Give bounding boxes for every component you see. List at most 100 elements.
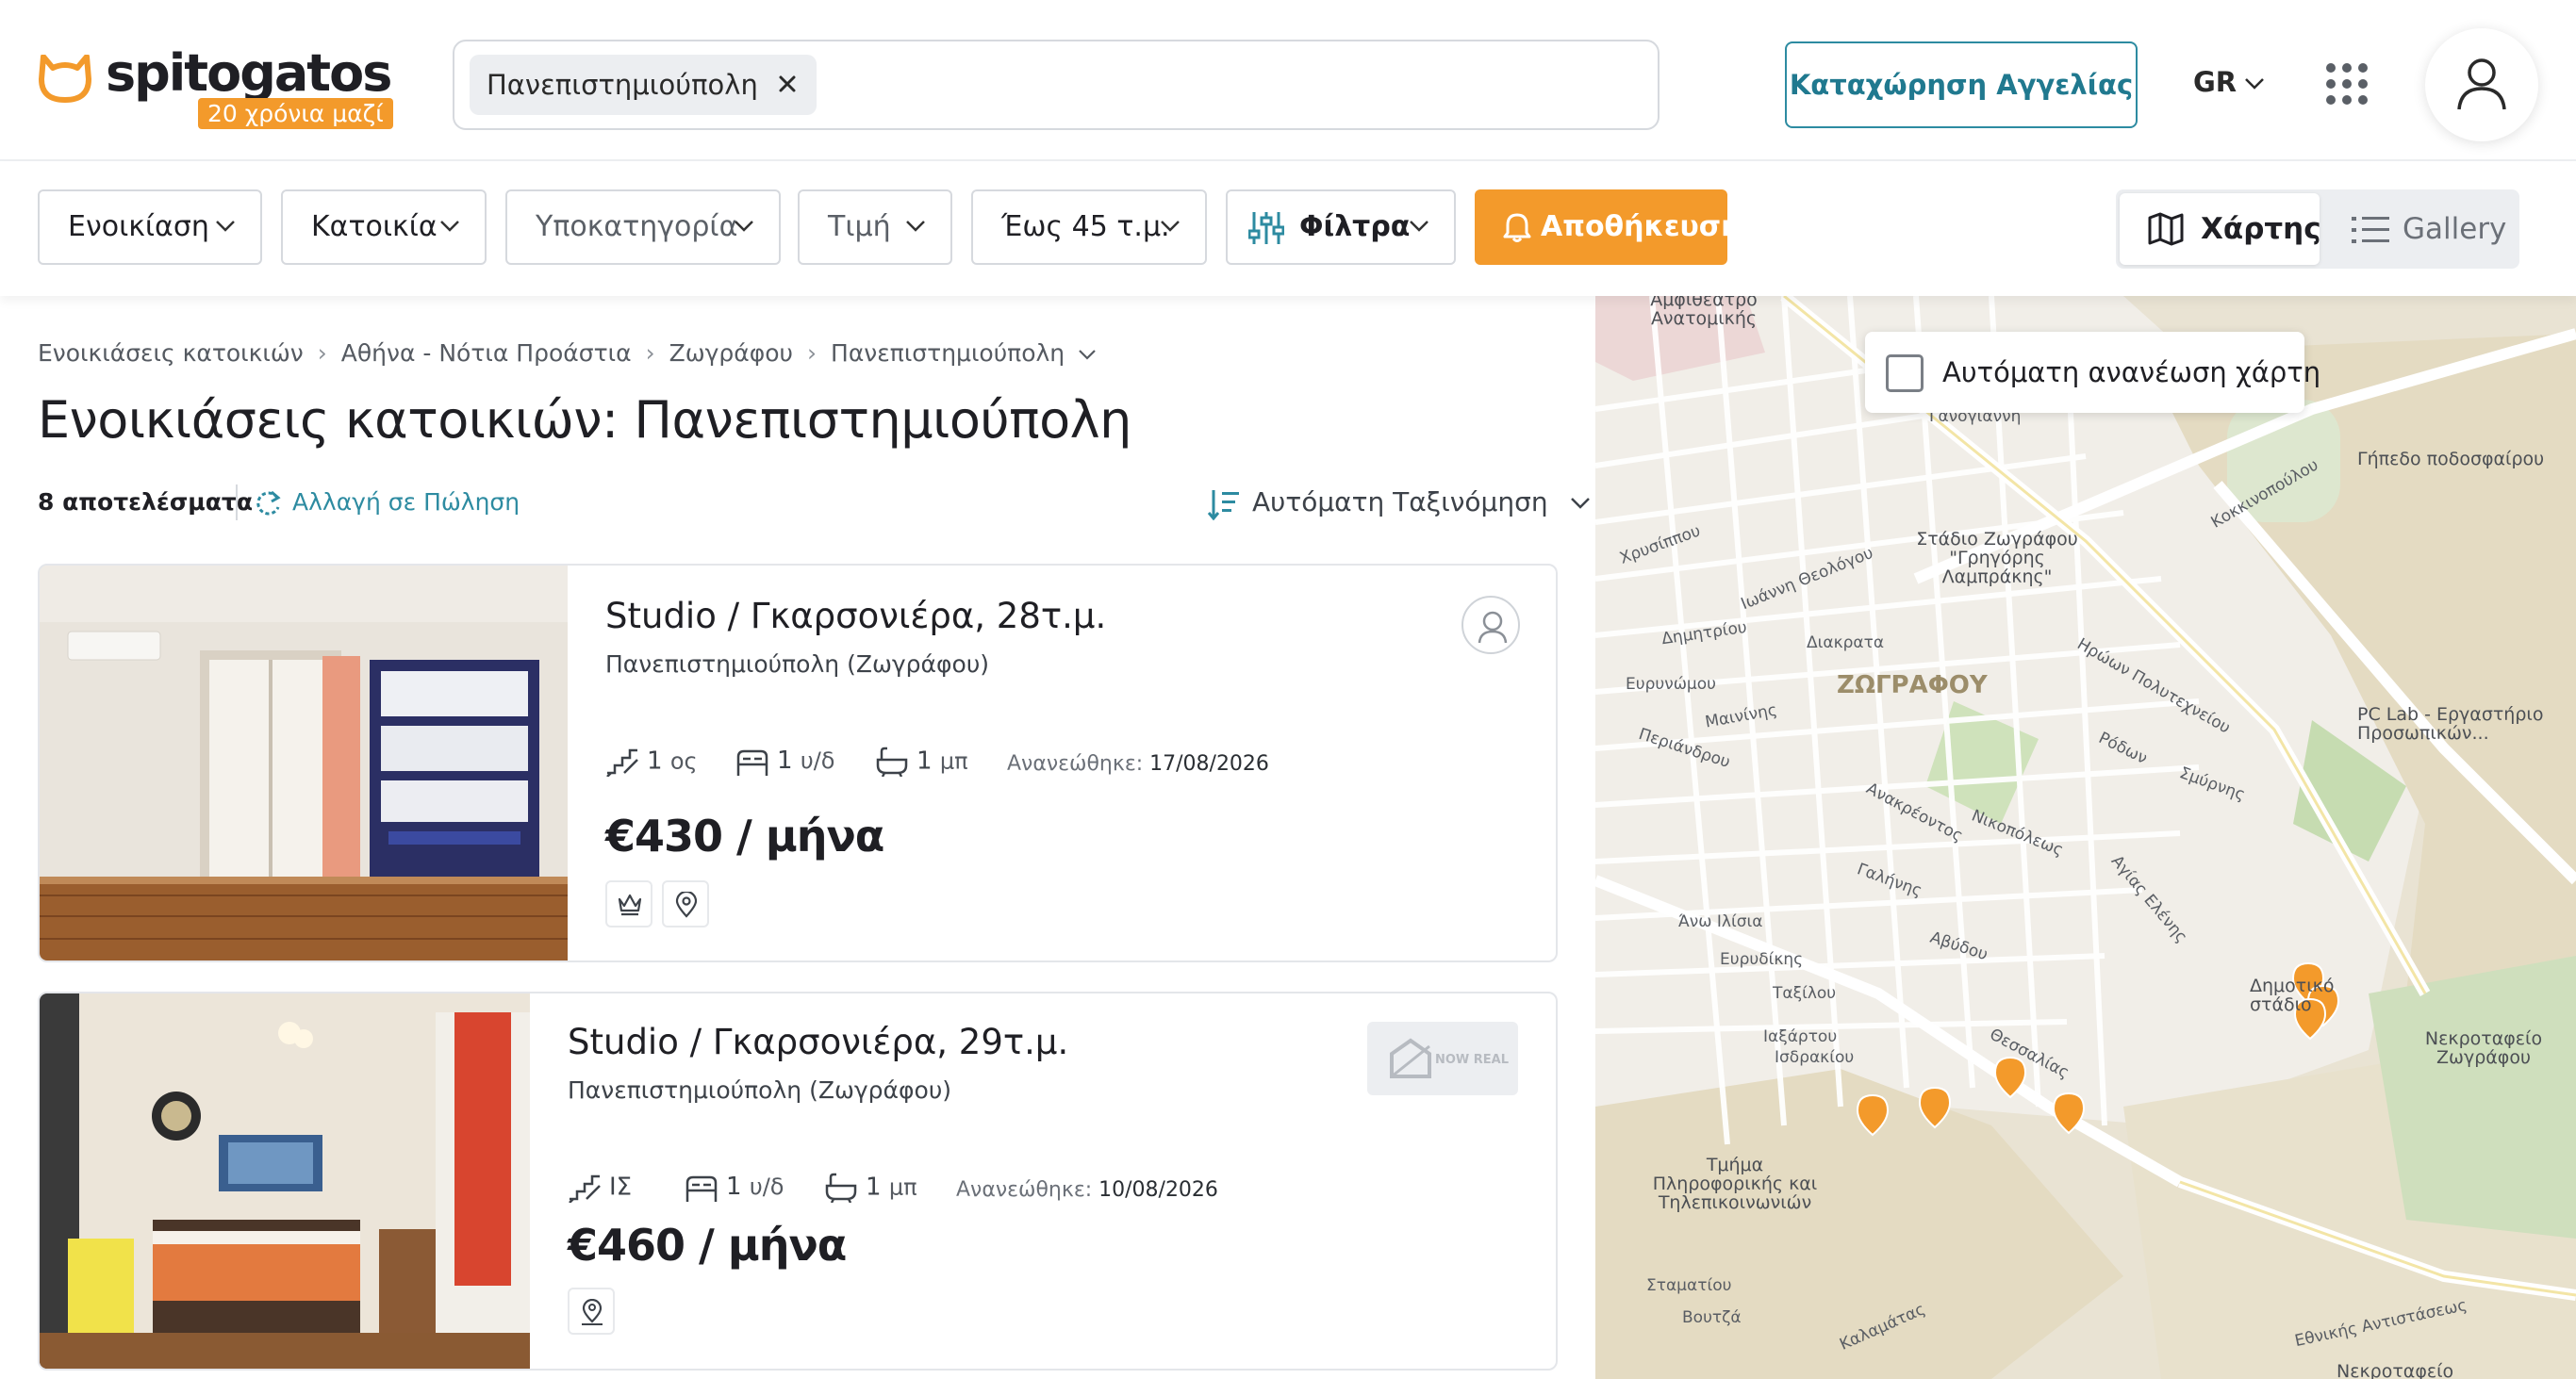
- search-chip[interactable]: Πανεπιστημιούπολη: [470, 55, 817, 115]
- map-pin-person-icon: [582, 1299, 603, 1325]
- close-icon[interactable]: [771, 68, 803, 100]
- more-filters-label: Φίλτρα: [1299, 210, 1411, 243]
- bedrooms-value: 1: [777, 747, 793, 775]
- agency-logo[interactable]: NOW REAL ESTATE: [1367, 1022, 1556, 1095]
- auto-refresh-checkbox[interactable]: [1886, 354, 1924, 392]
- agent-avatar[interactable]: [1461, 596, 1520, 654]
- agency-logo-text: NOW REAL ESTATE: [1435, 1053, 1509, 1067]
- updated-value: 17/08/2026: [1149, 752, 1269, 776]
- category-filter[interactable]: Κατοικία: [281, 189, 487, 265]
- breadcrumb-item[interactable]: Ζωγράφου: [669, 339, 793, 367]
- map-view-button[interactable]: Χάρτης: [2120, 193, 2321, 265]
- street-label: Ευρυνώμου: [1626, 675, 1716, 694]
- save-search-button[interactable]: Αποθήκευση: [1475, 189, 1742, 265]
- map-icon: [2148, 212, 2184, 246]
- floor-info: ΙΣ: [568, 1173, 632, 1204]
- view-toggle: Χάρτης Gallery: [2116, 189, 2519, 269]
- cat-logo-icon: [39, 55, 91, 103]
- sort-dropdown[interactable]: Αυτόματη Ταξινόμηση: [1207, 486, 1591, 520]
- street-label: Ταξίλου: [1773, 984, 1837, 1003]
- stairs-icon: [569, 1174, 601, 1204]
- subcategory-filter-label: Υποκατηγορία: [536, 210, 738, 243]
- user-account-button[interactable]: [2425, 28, 2538, 141]
- language-selector[interactable]: GR: [2193, 66, 2237, 98]
- football-field-label: Γήπεδο ποδοσφαίρου: [2357, 449, 2545, 469]
- bathrooms-unit: μπ: [939, 747, 968, 775]
- list-property-button[interactable]: Καταχώρηση Αγγελίας: [1785, 41, 2138, 128]
- listing-title[interactable]: Studio / Γκαρσονιέρα, 29τ.μ.: [568, 1022, 1068, 1062]
- listing-location: Πανεπιστημιούπολη (Ζωγράφου): [568, 1076, 952, 1104]
- search-box[interactable]: Πανεπιστημιούπολη: [453, 40, 1660, 130]
- map-panel[interactable]: ΖΩΓΡΑΦΟΥ Στάδιο Ζωγράφου "Γρηγόρης Λαμπρ…: [1595, 296, 2576, 1379]
- map-view-label: Χάρτης: [2201, 212, 2321, 246]
- district-label: ΖΩΓΡΑΦΟΥ: [1837, 671, 1988, 699]
- top-header: spitogatos 20 χρόνια μαζί Πανεπιστημιούπ…: [0, 0, 2576, 161]
- house-logo-icon: NOW REAL ESTATE: [1390, 1038, 1556, 1078]
- street-label: Σταματίου: [1646, 1276, 1732, 1295]
- auto-refresh-map-toggle[interactable]: Αυτόματη ανανέωση χάρτη: [1865, 332, 2320, 413]
- listing-photo[interactable]: [40, 566, 568, 960]
- updated-label: Ανανεώθηκε:: [956, 1178, 1093, 1202]
- apps-grid-icon[interactable]: [2325, 62, 2369, 106]
- bedrooms-unit: υ/δ: [800, 747, 835, 774]
- subcategory-filter[interactable]: Υποκατηγορία: [505, 189, 781, 265]
- price-filter-label: Τιμή: [828, 210, 891, 243]
- street-label: Βουτζά: [1682, 1308, 1742, 1327]
- breadcrumb-item[interactable]: Ενοικιάσεις κατοικιών: [38, 339, 304, 367]
- logo-tagline: 20 χρόνια μαζί: [198, 98, 393, 129]
- bedrooms-value: 1: [726, 1173, 742, 1201]
- crown-icon: [618, 894, 642, 916]
- list-icon: [2352, 217, 2389, 243]
- gallery-view-button[interactable]: Gallery: [2323, 193, 2516, 265]
- chevron-down-icon: [906, 221, 925, 232]
- divider: [236, 484, 238, 520]
- cemetery-label: Νεκροταφείο Ζωγράφου: [2424, 1028, 2543, 1068]
- room-photo-image: [40, 993, 530, 1369]
- switch-to-sale-link[interactable]: Αλλαγή σε Πώληση: [253, 488, 520, 516]
- premium-badge: [605, 880, 652, 928]
- street-label: Ιαξάρτου: [1763, 1027, 1838, 1046]
- auto-refresh-label: Αυτόματη ανανέωση χάρτη: [1942, 356, 2321, 388]
- listing-card[interactable]: Studio / Γκαρσονιέρα, 28τ.μ. Πανεπιστημι…: [38, 564, 1558, 962]
- location-badge: [662, 880, 709, 928]
- transaction-filter[interactable]: Ενοικίαση: [38, 189, 262, 265]
- price-filter[interactable]: Τιμή: [798, 189, 952, 265]
- filter-bar: Ενοικίαση Κατοικία Υποκατηγορία Τιμή Έως…: [0, 161, 2576, 296]
- chevron-down-icon[interactable]: [2244, 77, 2265, 90]
- gallery-view-label: Gallery: [2403, 212, 2507, 246]
- results-count: 8 αποτελέσματα: [38, 488, 254, 516]
- more-filters-button[interactable]: Φίλτρα: [1226, 189, 1456, 265]
- floor-value: 1: [647, 747, 663, 776]
- breadcrumb-item[interactable]: Αθήνα - Νότια Προάστια: [341, 339, 632, 367]
- search-chip-label: Πανεπιστημιούπολη: [487, 69, 758, 101]
- site-logo[interactable]: spitogatos 20 χρόνια μαζί: [38, 43, 393, 136]
- floor-info: 1 ος: [605, 747, 698, 778]
- chevron-down-icon: [735, 221, 753, 232]
- agent-icon: [1478, 611, 1508, 644]
- bathrooms-info: 1 μπ: [824, 1173, 917, 1204]
- sort-icon: [1207, 490, 1239, 520]
- department-label: Τμήμα Πληροφορικής και Τηλεπικοινωνιών: [1652, 1155, 1818, 1213]
- street-label: Διακρατα: [1807, 633, 1885, 652]
- bed-icon: [685, 1175, 718, 1202]
- chevron-down-icon[interactable]: [1078, 349, 1097, 360]
- listing-price: €460 / μήνα: [568, 1220, 847, 1271]
- bathrooms-value: 1: [916, 747, 933, 776]
- room-photo-image: [40, 566, 568, 960]
- amphitheatre-label: Αμφιθέατρο Ανατομικής: [1650, 296, 1758, 329]
- user-icon: [2457, 58, 2506, 110]
- breadcrumb-item[interactable]: Πανεπιστημιούπολη: [831, 339, 1065, 367]
- bathrooms-info: 1 μπ: [875, 747, 968, 778]
- floor-unit: ος: [669, 747, 698, 775]
- chevron-down-icon: [216, 221, 235, 232]
- updated-date: Ανανεώθηκε: 17/08/2026: [1007, 752, 1269, 776]
- pclab-label: PC Lab - Εργαστήριο Προσωπικών...: [2357, 704, 2544, 744]
- page-title: Ενοικιάσεις κατοικιών: Πανεπιστημιούπολη: [38, 390, 1131, 450]
- listing-card[interactable]: Studio / Γκαρσονιέρα, 29τ.μ. Πανεπιστημι…: [38, 992, 1558, 1371]
- bedrooms-unit: υ/δ: [749, 1174, 784, 1200]
- listing-photo[interactable]: [40, 993, 530, 1369]
- listing-title[interactable]: Studio / Γκαρσονιέρα, 28τ.μ.: [605, 596, 1106, 636]
- breadcrumb: Ενοικιάσεις κατοικιών › Αθήνα - Νότια Προά…: [38, 339, 1097, 367]
- area-filter[interactable]: Έως 45 τ.μ.: [971, 189, 1207, 265]
- street-label: Ισδρακίου: [1775, 1048, 1855, 1067]
